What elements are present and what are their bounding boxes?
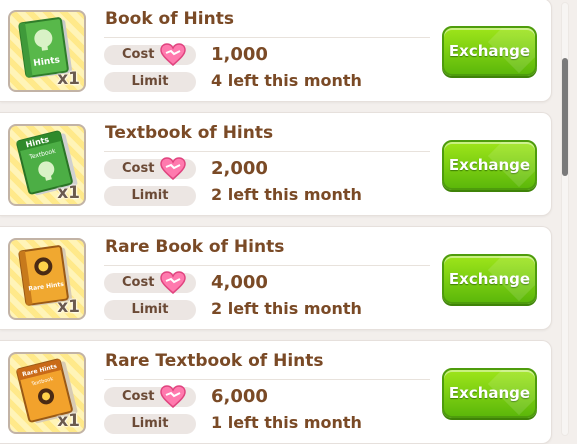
button-sheen [487, 370, 535, 416]
cost-value: 6,000 [211, 386, 268, 407]
item-title: Rare Book of Hints [105, 237, 285, 257]
item-quantity: x1 [57, 183, 80, 203]
cost-label: Cost [104, 271, 196, 294]
shop-item: Hints x1 Book of Hints Cost 1,000 Limit … [0, 0, 552, 102]
item-quantity: x1 [57, 411, 80, 431]
title-divider [104, 379, 430, 380]
scrollbar-thumb[interactable] [562, 58, 568, 176]
shop-item-list: Hints x1 Book of Hints Cost 1,000 Limit … [0, 0, 556, 444]
limit-value: 1 left this month [211, 413, 362, 432]
shop-item: Rare Hints Textbook x1 Rare Textbook of … [0, 340, 552, 444]
item-title: Book of Hints [105, 9, 234, 29]
title-divider [104, 265, 430, 266]
cost-value: 1,000 [211, 44, 268, 65]
cost-label-text: Cost [122, 47, 155, 62]
heart-currency-icon [160, 157, 186, 180]
exchange-button[interactable]: Exchange [442, 26, 537, 76]
heart-currency-icon [160, 43, 186, 66]
shop-item: Rare Hints x1 Rare Book of Hints Cost 4,… [0, 226, 552, 330]
item-thumbnail: Rare Hints x1 [8, 238, 86, 320]
item-quantity: x1 [57, 69, 80, 89]
limit-value: 2 left this month [211, 185, 362, 204]
item-thumbnail: Hints Textbook x1 [8, 124, 86, 206]
button-sheen [487, 256, 535, 302]
shop-item: Hints Textbook x1 Textbook of Hints Cost… [0, 112, 552, 216]
heart-currency-icon [160, 271, 186, 294]
exchange-button[interactable]: Exchange [442, 254, 537, 304]
exchange-button[interactable]: Exchange [442, 140, 537, 190]
title-divider [104, 151, 430, 152]
cost-label: Cost [104, 385, 196, 408]
cost-value: 4,000 [211, 272, 268, 293]
cost-label: Cost [104, 157, 196, 180]
button-sheen [487, 142, 535, 188]
button-sheen [487, 28, 535, 74]
title-divider [104, 37, 430, 38]
cost-label-text: Cost [122, 161, 155, 176]
limit-label: Limit [104, 72, 196, 92]
item-title: Rare Textbook of Hints [105, 351, 324, 371]
cost-label-text: Cost [122, 275, 155, 290]
cost-label-text: Cost [122, 389, 155, 404]
cost-value: 2,000 [211, 158, 268, 179]
limit-label: Limit [104, 300, 196, 320]
limit-label: Limit [104, 414, 196, 434]
limit-value: 2 left this month [211, 299, 362, 318]
heart-currency-icon [160, 385, 186, 408]
limit-value: 4 left this month [211, 71, 362, 90]
limit-label: Limit [104, 186, 196, 206]
item-thumbnail: Hints x1 [8, 10, 86, 92]
item-thumbnail: Rare Hints Textbook x1 [8, 352, 86, 434]
cost-label: Cost [104, 43, 196, 66]
exchange-button[interactable]: Exchange [442, 368, 537, 418]
item-title: Textbook of Hints [105, 123, 274, 143]
item-quantity: x1 [57, 297, 80, 317]
